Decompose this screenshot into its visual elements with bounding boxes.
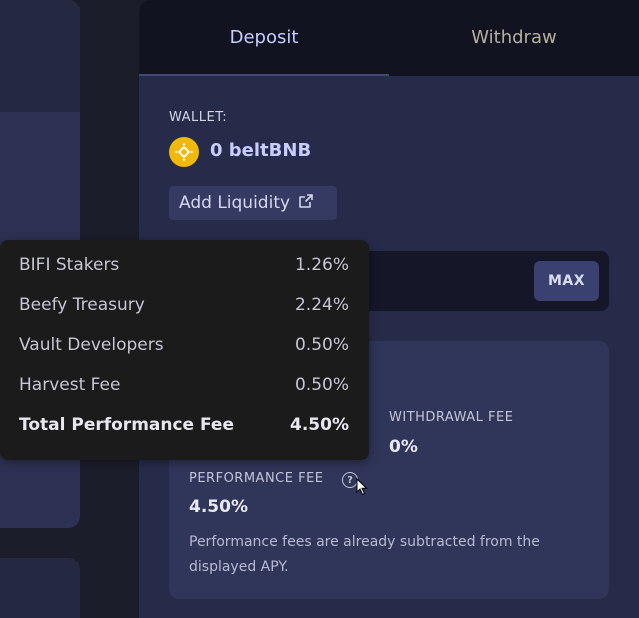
tooltip-row-total: Total Performance Fee 4.50%	[19, 415, 349, 455]
add-liquidity-label: Add Liquidity	[179, 193, 291, 213]
tab-bar: Deposit Withdraw	[139, 0, 639, 76]
tab-deposit[interactable]: Deposit	[139, 0, 389, 76]
tooltip-row-label: Total Performance Fee	[19, 415, 234, 435]
withdrawal-fee-value: 0%	[389, 437, 418, 457]
tooltip-row-value: 0.50%	[294, 375, 349, 395]
mouse-cursor-icon	[356, 477, 368, 500]
tooltip-row-beefy-treasury: Beefy Treasury 2.24%	[19, 295, 349, 335]
performance-fee-label: PERFORMANCE FEE	[189, 471, 324, 486]
tooltip-row-label: Vault Developers	[19, 335, 164, 355]
wallet-balance: 0 beltBNB	[210, 140, 312, 161]
tooltip-row-bifi-stakers: BIFI Stakers 1.26%	[19, 255, 349, 295]
performance-fee-value: 4.50%	[189, 497, 248, 517]
tooltip-row-value: 1.26%	[294, 255, 349, 275]
tab-withdraw[interactable]: Withdraw	[389, 0, 639, 76]
performance-fee-tooltip: BIFI Stakers 1.26% Beefy Treasury 2.24% …	[0, 240, 369, 460]
tooltip-row-value: 4.50%	[290, 415, 349, 435]
withdrawal-fee-label: WITHDRAWAL FEE	[389, 410, 514, 425]
wallet-label: WALLET:	[169, 110, 228, 125]
max-button[interactable]: MAX	[534, 261, 599, 301]
tooltip-row-harvest-fee: Harvest Fee 0.50%	[19, 375, 349, 415]
tooltip-row-value: 0.50%	[294, 335, 349, 355]
tooltip-row-value: 2.24%	[294, 295, 349, 315]
tooltip-row-label: BIFI Stakers	[19, 255, 120, 275]
add-liquidity-button[interactable]: Add Liquidity	[169, 186, 337, 220]
tooltip-row-label: Beefy Treasury	[19, 295, 145, 315]
external-link-icon	[298, 193, 314, 214]
performance-fee-note: Performance fees are already subtracted …	[189, 534, 540, 575]
left-card-header	[0, 0, 80, 112]
left-card-bottom	[0, 558, 80, 618]
bnb-icon	[169, 137, 199, 167]
tooltip-row-vault-developers: Vault Developers 0.50%	[19, 335, 349, 375]
tooltip-row-label: Harvest Fee	[19, 375, 121, 395]
